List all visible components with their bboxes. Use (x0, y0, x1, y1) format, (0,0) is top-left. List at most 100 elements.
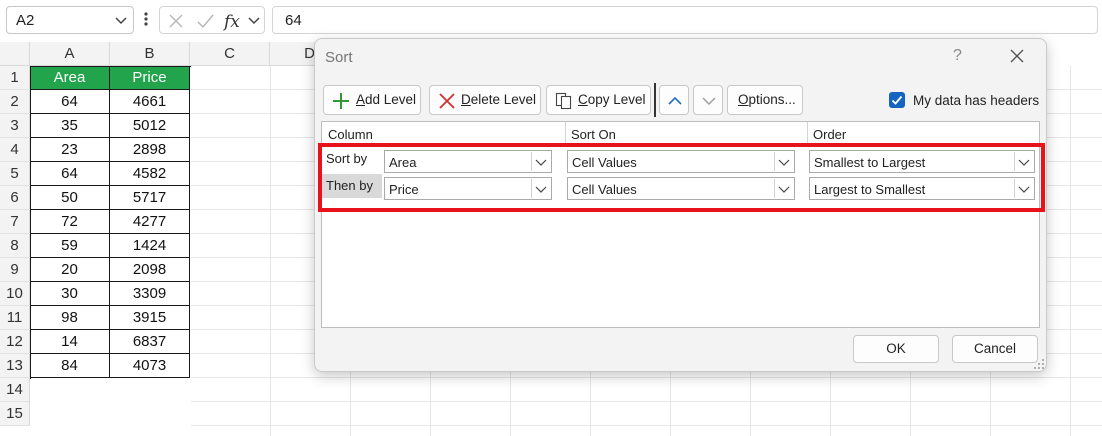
row-header-1[interactable]: 1 (0, 66, 30, 90)
options-button[interactable]: Options... (727, 85, 803, 115)
move-up-button[interactable] (659, 85, 689, 115)
dropdown-button[interactable] (531, 179, 550, 198)
enter-check-icon[interactable] (194, 10, 216, 32)
table-cell[interactable]: 64 (30, 162, 110, 186)
options-label: Options... (738, 92, 796, 107)
table-cell[interactable]: 4277 (110, 210, 190, 234)
chevron-down-icon (535, 159, 547, 166)
toolbar-separator (654, 83, 656, 117)
copy-level-button[interactable]: Copy Level (546, 85, 651, 115)
table-cell[interactable]: 5012 (110, 114, 190, 138)
table-cell[interactable]: 50 (30, 186, 110, 210)
column-header-b[interactable]: B (110, 42, 190, 66)
column-select[interactable]: Price (384, 177, 552, 200)
column-header-a[interactable]: A (30, 42, 110, 66)
table-cell[interactable]: 6837 (110, 330, 190, 354)
formula-input[interactable]: 64 (272, 6, 1098, 34)
chevron-down-icon[interactable] (113, 12, 129, 28)
order-select[interactable]: Smallest to Largest (809, 150, 1035, 173)
table-cell[interactable]: 1424 (110, 234, 190, 258)
row-header-14[interactable]: 14 (0, 378, 30, 402)
cancel-icon[interactable] (165, 10, 187, 32)
chevron-down-icon[interactable] (246, 12, 262, 28)
row-header-15[interactable]: 15 (0, 402, 30, 426)
dropdown-button[interactable] (531, 152, 550, 171)
checkmark-icon (891, 95, 903, 105)
table-cell[interactable]: 30 (30, 282, 110, 306)
chevron-down-icon (702, 97, 716, 105)
dropdown-button[interactable] (774, 179, 793, 198)
table-cell[interactable]: 84 (30, 354, 110, 378)
sort-levels-grid: Column Sort On Order Sort by Area Cell V… (321, 121, 1040, 328)
row-header-11[interactable]: 11 (0, 306, 30, 330)
sort-on-select-value: Cell Values (572, 155, 637, 170)
table-header-cell[interactable]: Area (30, 66, 110, 90)
move-down-button[interactable] (693, 85, 723, 115)
table-cell[interactable]: 98 (30, 306, 110, 330)
copy-level-label: Copy Level (578, 92, 646, 107)
insert-function-icon[interactable]: fx (222, 10, 244, 32)
row-header-5[interactable]: 5 (0, 162, 30, 186)
table-cell[interactable]: 14 (30, 330, 110, 354)
header-divider (565, 122, 566, 144)
help-button[interactable]: ? (953, 47, 962, 65)
row-header-7[interactable]: 7 (0, 210, 30, 234)
row-header-8[interactable]: 8 (0, 234, 30, 258)
add-level-button[interactable]: Add Level (323, 85, 421, 115)
more-dots-icon[interactable] (142, 9, 150, 29)
table-cell[interactable]: 5717 (110, 186, 190, 210)
table-cell[interactable]: 20 (30, 258, 110, 282)
row-header-13[interactable]: 13 (0, 354, 30, 378)
row-header-2[interactable]: 2 (0, 90, 30, 114)
table-cell[interactable]: 3915 (110, 306, 190, 330)
sort-on-select[interactable]: Cell Values (567, 150, 795, 173)
table-header-cell[interactable]: Price (110, 66, 190, 90)
column-header: Column (328, 127, 373, 142)
row-header-6[interactable]: 6 (0, 186, 30, 210)
row-header-12[interactable]: 12 (0, 330, 30, 354)
then-by-label[interactable]: Then by (322, 174, 382, 198)
table-cell[interactable]: 3309 (110, 282, 190, 306)
table-cell[interactable]: 23 (30, 138, 110, 162)
table-cell[interactable]: 2098 (110, 258, 190, 282)
resize-grip-icon[interactable] (1033, 358, 1045, 370)
row-header-4[interactable]: 4 (0, 138, 30, 162)
dropdown-button[interactable] (1014, 179, 1033, 198)
column-select[interactable]: Area (384, 150, 552, 173)
table-cell[interactable]: 59 (30, 234, 110, 258)
row-header-9[interactable]: 9 (0, 258, 30, 282)
chevron-down-icon (778, 186, 790, 193)
name-box-value: A2 (16, 12, 35, 29)
delete-level-button[interactable]: Delete Level (429, 85, 541, 115)
select-all-corner[interactable] (0, 42, 30, 66)
sort-on-select[interactable]: Cell Values (567, 177, 795, 200)
chevron-up-icon (668, 96, 682, 105)
table-cell[interactable]: 64 (30, 90, 110, 114)
cancel-button[interactable]: Cancel (952, 335, 1038, 363)
order-select[interactable]: Largest to Smallest (809, 177, 1035, 200)
sort-by-label[interactable]: Sort by (322, 147, 382, 171)
chevron-down-icon (535, 186, 547, 193)
formula-bar: A2 fx 64 (0, 0, 1102, 40)
row-header-10[interactable]: 10 (0, 282, 30, 306)
delete-level-label: Delete Level (461, 92, 537, 107)
table-cell[interactable]: 2898 (110, 138, 190, 162)
close-icon[interactable] (1009, 48, 1025, 64)
column-header-c[interactable]: C (190, 42, 270, 66)
table-cell[interactable]: 4073 (110, 354, 190, 378)
dropdown-button[interactable] (1014, 152, 1033, 171)
table-cell[interactable]: 72 (30, 210, 110, 234)
table-cell[interactable]: 35 (30, 114, 110, 138)
name-box[interactable]: A2 (6, 6, 134, 34)
dropdown-button[interactable] (774, 152, 793, 171)
sort-dialog: Sort ? Add Level Delete Level Copy Level… (314, 38, 1047, 372)
table-cell[interactable]: 4582 (110, 162, 190, 186)
add-level-label: Add Level (356, 92, 417, 107)
ok-button[interactable]: OK (853, 335, 939, 363)
headers-checkbox[interactable] (889, 92, 905, 108)
column-select-value: Price (389, 182, 419, 197)
headers-checkbox-label[interactable]: My data has headers (913, 93, 1039, 108)
plus-icon (333, 93, 349, 109)
table-cell[interactable]: 4661 (110, 90, 190, 114)
row-header-3[interactable]: 3 (0, 114, 30, 138)
